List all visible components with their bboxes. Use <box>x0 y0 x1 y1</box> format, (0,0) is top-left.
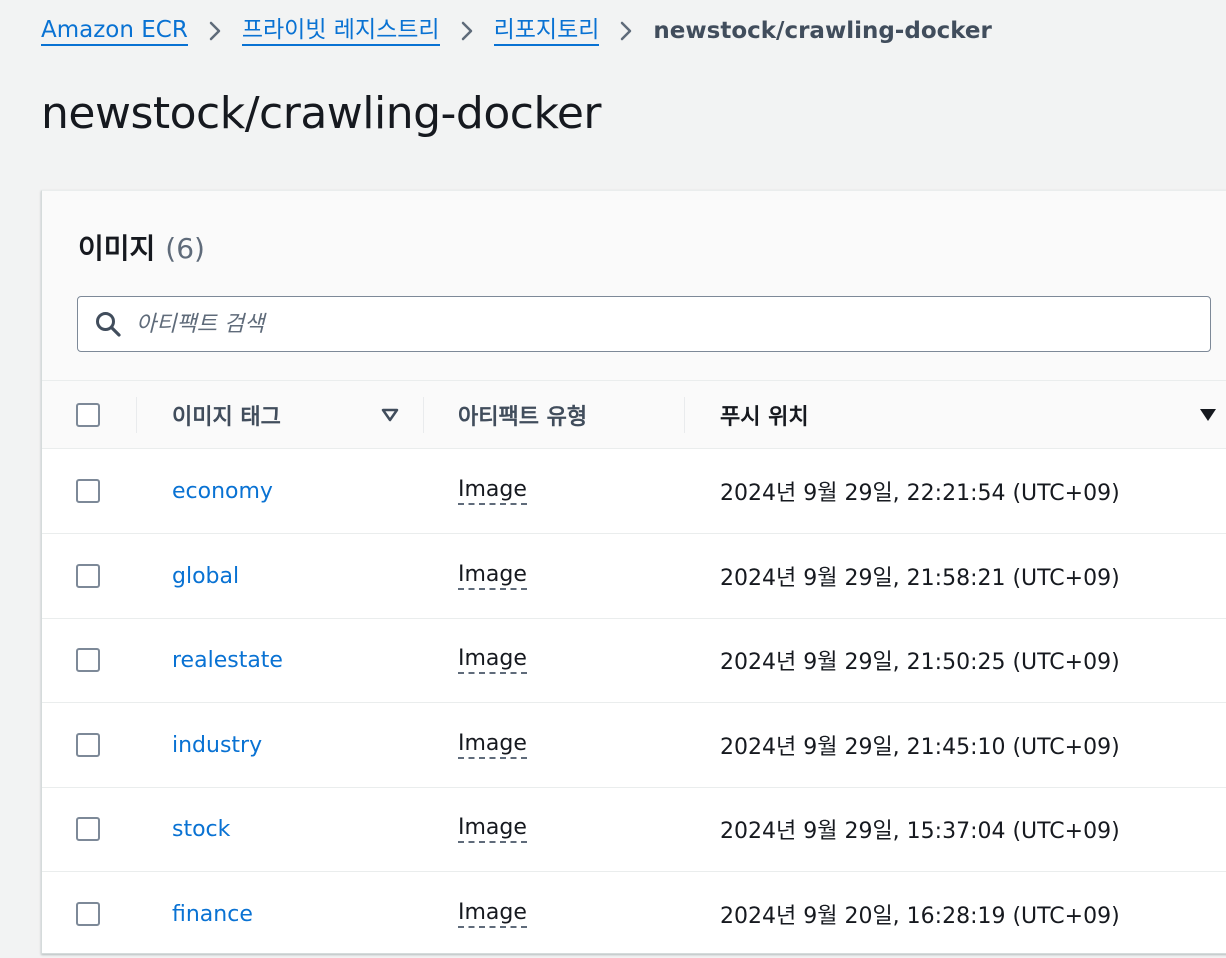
pushed-at: 2024년 9월 29일, 21:50:25 (UTC+09) <box>720 650 1120 675</box>
row-checkbox[interactable] <box>76 564 100 588</box>
column-header-pushed-at-label: 푸시 위치 <box>720 405 809 430</box>
artifact-search-input[interactable] <box>136 311 1136 337</box>
row-checkbox[interactable] <box>76 902 100 926</box>
images-panel: 이미지 (6) 이미지 태그 아티팩트 유형 푸시 <box>41 190 1226 954</box>
search-icon <box>94 310 122 338</box>
breadcrumb-current: newstock/crawling-docker <box>653 18 992 44</box>
table-row[interactable]: economy Image 2024년 9월 29일, 22:21:54 (UT… <box>42 449 1226 534</box>
pushed-at: 2024년 9월 20일, 16:28:19 (UTC+09) <box>720 904 1120 929</box>
pushed-at: 2024년 9월 29일, 22:21:54 (UTC+09) <box>720 481 1120 506</box>
image-tag-link[interactable]: finance <box>172 902 253 927</box>
sort-caret-outline-icon[interactable] <box>380 407 400 427</box>
chevron-right-icon <box>208 20 222 42</box>
sort-caret-filled-icon[interactable] <box>1198 407 1218 427</box>
column-header-artifact-type-label: 아티팩트 유형 <box>458 405 588 430</box>
image-tag-link[interactable]: realestate <box>172 648 283 673</box>
breadcrumb: Amazon ECR 프라이빗 레지스트리 리포지토리 newstock/cra… <box>41 14 992 48</box>
pushed-at: 2024년 9월 29일, 15:37:04 (UTC+09) <box>720 819 1120 844</box>
images-table-body: economy Image 2024년 9월 29일, 22:21:54 (UT… <box>42 449 1226 955</box>
column-divider <box>423 397 424 433</box>
table-row[interactable]: industry Image 2024년 9월 29일, 21:45:10 (U… <box>42 703 1226 788</box>
table-row[interactable]: realestate Image 2024년 9월 29일, 21:50:25 … <box>42 618 1226 703</box>
images-panel-title: 이미지 (6) <box>78 227 205 267</box>
pushed-at: 2024년 9월 29일, 21:58:21 (UTC+09) <box>720 566 1120 591</box>
table-row[interactable]: finance Image 2024년 9월 20일, 16:28:19 (UT… <box>42 872 1226 957</box>
artifact-type[interactable]: Image <box>458 646 527 674</box>
column-header-image-tag-label: 이미지 태그 <box>172 405 281 430</box>
image-tag-link[interactable]: stock <box>172 817 230 842</box>
column-header-artifact-type[interactable]: 아티팩트 유형 <box>458 381 678 449</box>
column-divider <box>136 397 137 433</box>
artifact-search-box[interactable] <box>77 296 1211 352</box>
artifact-type[interactable]: Image <box>458 900 527 928</box>
pushed-at: 2024년 9월 29일, 21:45:10 (UTC+09) <box>720 735 1120 760</box>
images-title: 이미지 <box>78 232 156 265</box>
table-row[interactable]: stock Image 2024년 9월 29일, 15:37:04 (UTC+… <box>42 787 1226 872</box>
column-header-pushed-at[interactable]: 푸시 위치 <box>720 381 1020 449</box>
select-all-checkbox[interactable] <box>76 403 100 427</box>
chevron-right-icon <box>460 20 474 42</box>
artifact-type[interactable]: Image <box>458 731 527 759</box>
breadcrumb-private-registry[interactable]: 프라이빗 레지스트리 <box>241 16 440 46</box>
chevron-right-icon <box>619 20 633 42</box>
artifact-type[interactable]: Image <box>458 477 527 505</box>
images-table-header: 이미지 태그 아티팩트 유형 푸시 위치 <box>42 381 1226 449</box>
row-checkbox[interactable] <box>76 479 100 503</box>
image-tag-link[interactable]: economy <box>172 479 273 504</box>
images-panel-header: 이미지 (6) <box>42 191 1226 381</box>
column-divider <box>684 397 685 433</box>
image-tag-link[interactable]: global <box>172 564 239 589</box>
artifact-type[interactable]: Image <box>458 815 527 843</box>
images-count: (6) <box>165 232 205 265</box>
page-title: newstock/crawling-docker <box>41 88 602 139</box>
table-row[interactable]: global Image 2024년 9월 29일, 21:58:21 (UTC… <box>42 534 1226 619</box>
breadcrumb-amazon-ecr[interactable]: Amazon ECR <box>41 16 188 46</box>
row-checkbox[interactable] <box>76 817 100 841</box>
row-checkbox[interactable] <box>76 648 100 672</box>
artifact-type[interactable]: Image <box>458 562 527 590</box>
breadcrumb-repositories[interactable]: 리포지토리 <box>493 16 600 46</box>
image-tag-link[interactable]: industry <box>172 733 262 758</box>
row-checkbox[interactable] <box>76 733 100 757</box>
column-header-image-tag[interactable]: 이미지 태그 <box>172 381 402 449</box>
